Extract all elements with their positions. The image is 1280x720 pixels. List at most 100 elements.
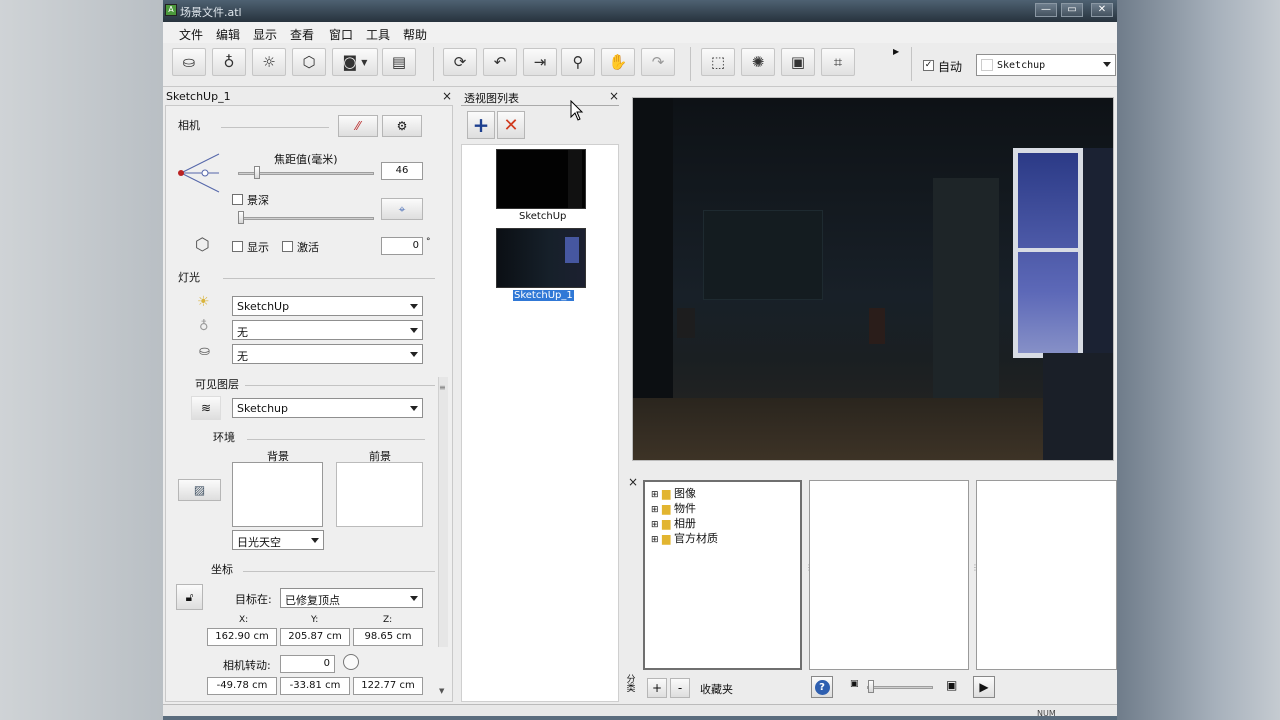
menu-view[interactable]: 查看 [290, 26, 314, 43]
help-button[interactable]: ? [811, 676, 833, 698]
focal-input[interactable]: 46 [381, 162, 423, 180]
document-button[interactable]: ▤ [382, 48, 416, 76]
export-button[interactable]: ⬚ [701, 48, 735, 76]
export-icon: ⬚ [710, 53, 726, 71]
r3-input[interactable]: 122.77 cm [353, 677, 423, 695]
auto-checkbox[interactable]: ✓ [923, 58, 934, 71]
light3-select[interactable]: 无 [232, 344, 423, 364]
dof-slider[interactable] [238, 217, 374, 220]
toolbar-overflow-icon[interactable]: ▶ [893, 47, 899, 56]
brush-icon: ⁄⁄ [355, 119, 360, 133]
activate-checkbox[interactable] [282, 239, 293, 252]
z-input[interactable]: 98.65 cm [353, 628, 423, 646]
view-thumbnail-selected[interactable] [496, 228, 586, 288]
orbit-button[interactable]: ⟳ [443, 48, 477, 76]
sky-select[interactable]: 日光天空 [232, 530, 324, 550]
pan-button[interactable]: ✋ [601, 48, 635, 76]
lock-button[interactable]: 🔓︎ [176, 584, 203, 610]
r1-input[interactable]: -49.78 cm [207, 677, 277, 695]
y-input[interactable]: 205.87 cm [280, 628, 350, 646]
add-category-button[interactable]: + [647, 678, 667, 698]
z-label: Z: [383, 615, 393, 625]
sun-button[interactable]: ☼ [252, 48, 286, 76]
close-button[interactable]: ✕ [1091, 3, 1113, 17]
camera-button[interactable]: ◙ ▼ [332, 48, 378, 76]
dof-checkbox[interactable] [232, 192, 243, 205]
environment-icon: ▨ [193, 483, 206, 497]
wall-right [1083, 148, 1113, 368]
tree-item-images[interactable]: ⊞ ▆ 图像 [651, 485, 696, 501]
show-checkbox[interactable] [232, 239, 243, 252]
menu-bar: 文件 编辑 显示 查看 窗口 工具 帮助 [163, 22, 1117, 43]
rotate-dial-icon[interactable] [343, 654, 359, 670]
dof-slider-thumb[interactable] [238, 211, 244, 224]
library-list [809, 480, 969, 670]
undo-view-button[interactable]: ↶ [483, 48, 517, 76]
redo-view-button[interactable]: ↷ [641, 48, 675, 76]
environment-button[interactable]: ▨ [178, 479, 221, 501]
layers-select[interactable]: Sketchup [232, 398, 423, 418]
thumbnail-size-thumb[interactable] [868, 680, 874, 693]
camera-color-button[interactable]: ⁄⁄ [338, 115, 378, 137]
remove-category-button[interactable]: - [670, 678, 690, 698]
help-icon: ? [814, 679, 830, 695]
divider [461, 105, 619, 106]
rotate-input[interactable]: 0 [280, 655, 335, 673]
object-button[interactable]: ⬡ [292, 48, 326, 76]
menu-window[interactable]: 窗口 [329, 26, 353, 43]
light2-select[interactable]: 无 [232, 320, 423, 340]
menu-tools[interactable]: 工具 [366, 26, 390, 43]
angle-input[interactable]: 0 [381, 237, 423, 255]
material-bucket-button[interactable]: ⛀ [172, 48, 206, 76]
folder-icon: ▆ [662, 487, 671, 500]
focal-slider-thumb[interactable] [254, 166, 260, 179]
tree-item-materials[interactable]: ⊞ ▆ 官方材质 [651, 530, 718, 546]
render-button[interactable]: ▣ [781, 48, 815, 76]
view-thumbnail[interactable] [496, 149, 586, 209]
scrollbar[interactable] [438, 377, 448, 647]
menu-file[interactable]: 文件 [179, 26, 203, 43]
category-tree: ⊞ ▆ 图像 ⊞ ▆ 物件 ⊞ ▆ 相册 ⊞ ▆ 官方材质 [643, 480, 802, 670]
thumbnail-size-slider[interactable] [867, 686, 933, 689]
r2-input[interactable]: -33.81 cm [280, 677, 350, 695]
delete-view-button[interactable]: ✕ [497, 111, 525, 139]
layers-button[interactable]: ≋ [191, 396, 221, 420]
y-label: Y: [311, 615, 319, 625]
menu-edit[interactable]: 编辑 [216, 26, 240, 43]
light-button[interactable]: ♁ [212, 48, 246, 76]
chevron-down-icon [410, 352, 418, 357]
tree-item-albums[interactable]: ⊞ ▆ 相册 [651, 515, 696, 531]
category-side-tab[interactable]: 分类 [625, 676, 637, 694]
small-image-icon: ▣ [850, 679, 859, 689]
close-icon[interactable]: × [442, 89, 452, 103]
renderer-value: Sketchup [997, 60, 1046, 71]
add-view-button[interactable]: + [467, 111, 495, 139]
x-input[interactable]: 162.90 cm [207, 628, 277, 646]
tree-item-objects[interactable]: ⊞ ▆ 物件 [651, 500, 696, 516]
scroll-grip-icon: ≡ [439, 383, 446, 392]
menu-display[interactable]: 显示 [253, 26, 277, 43]
walk-button[interactable]: ⇥ [523, 48, 557, 76]
zoom-button[interactable]: ⚲ [561, 48, 595, 76]
foreground-preview[interactable] [336, 462, 423, 527]
render-preview[interactable] [633, 98, 1113, 460]
focus-pick-button[interactable]: ⌖ [381, 198, 423, 220]
crop-button[interactable]: ⌗ [821, 48, 855, 76]
background-preview[interactable] [232, 462, 323, 527]
view-item-label[interactable]: SketchUp [519, 211, 566, 222]
target-select[interactable]: 已修复顶点 [280, 588, 423, 608]
camera-settings-button[interactable]: ⚙ [382, 115, 422, 137]
cube-icon: ⬡ [302, 53, 316, 71]
minimize-button[interactable]: — [1035, 3, 1057, 17]
close-icon[interactable]: × [609, 89, 619, 103]
palette-button[interactable]: ✺ [741, 48, 775, 76]
scroll-down-icon[interactable]: ▼ [439, 687, 444, 695]
renderer-select[interactable]: Sketchup [976, 54, 1116, 76]
menu-help[interactable]: 帮助 [403, 26, 427, 43]
sun-select[interactable]: SketchUp [232, 296, 423, 316]
view-item-label-selected[interactable]: SketchUp_1 [513, 290, 574, 301]
maximize-button[interactable]: ▭ [1061, 3, 1083, 17]
play-button[interactable]: ▶ [973, 676, 995, 698]
close-icon[interactable]: × [628, 475, 638, 489]
show-label: 显示 [247, 241, 269, 254]
